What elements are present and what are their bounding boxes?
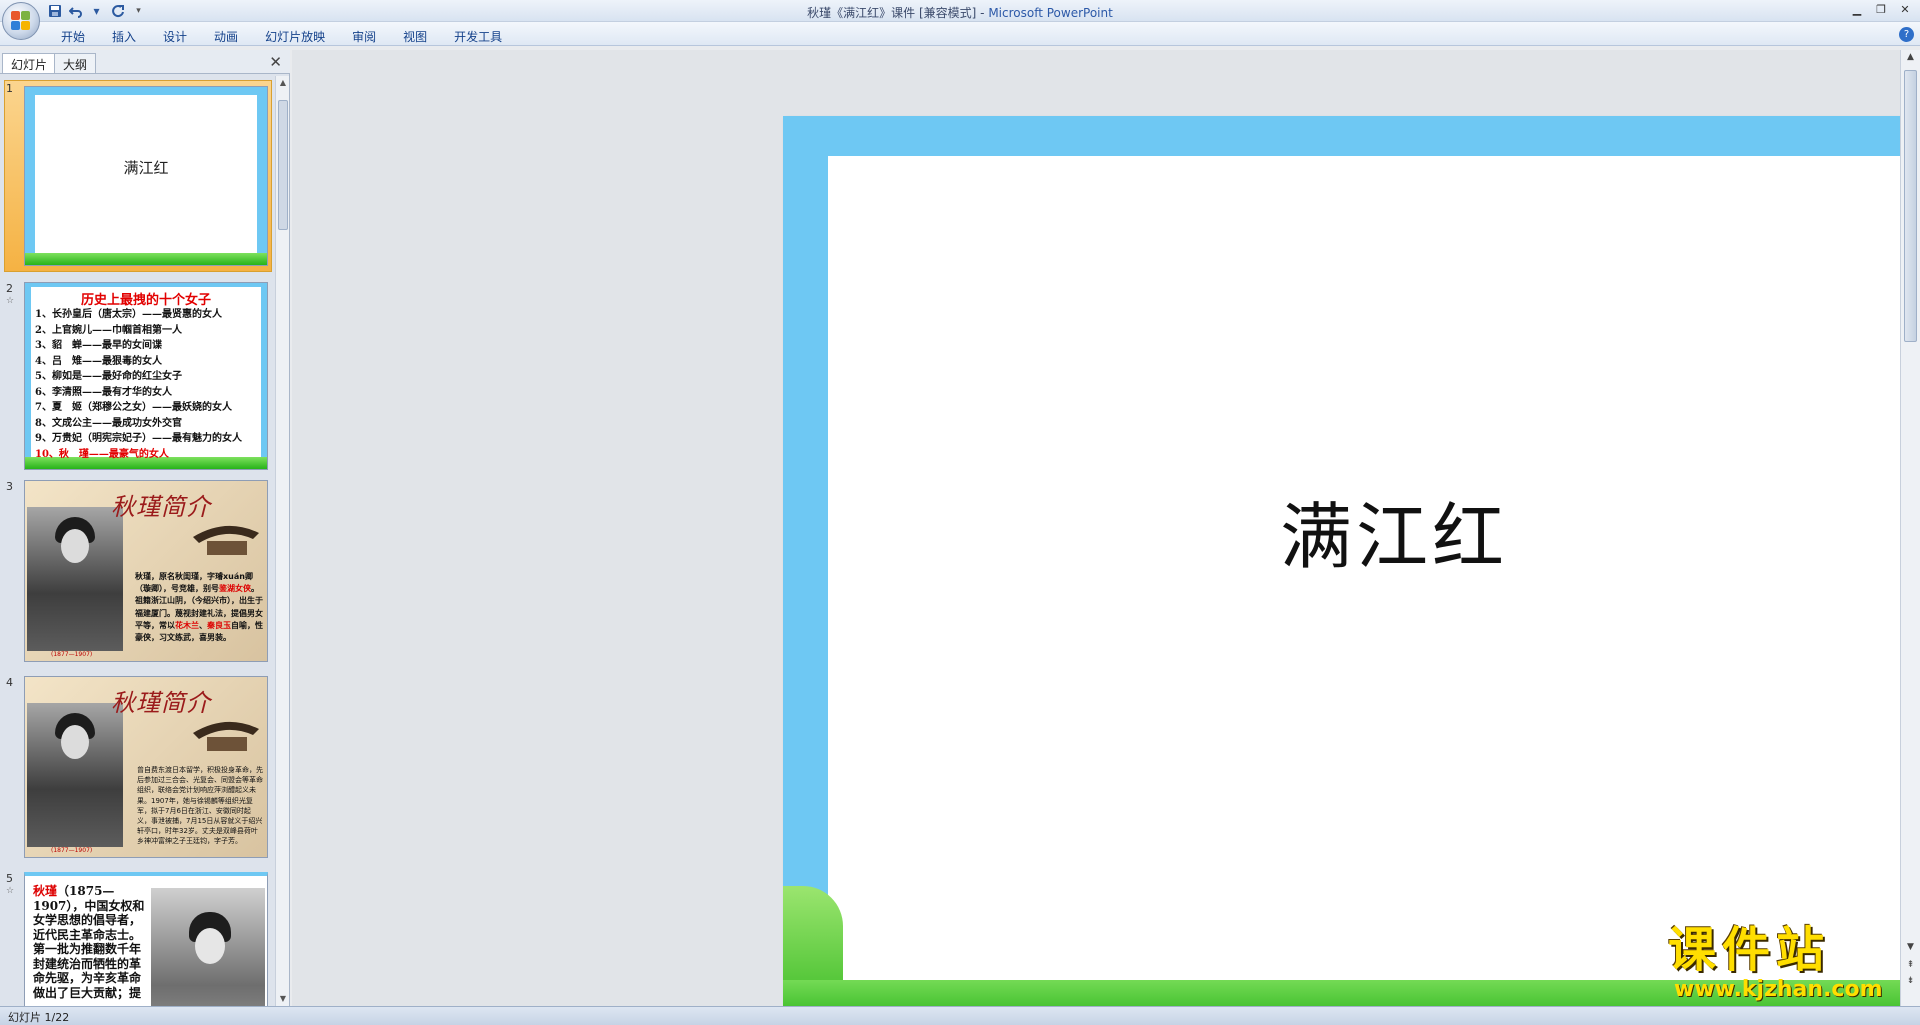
thumbnail-body-text: 秋瑾，原名秋闺瑾，字璿xuán卿（璇卿），号竞雄，别号鉴湖女侠。祖籍浙江山阴，（…	[135, 571, 263, 644]
status-bar: 幻灯片 1/22	[0, 1006, 1920, 1025]
restore-icon[interactable]: ❐	[1870, 1, 1892, 17]
office-button[interactable]	[2, 2, 40, 40]
close-panel-icon[interactable]: ✕	[269, 53, 282, 71]
body-text-part: 、	[199, 620, 207, 630]
slide-counter: 幻灯片 1/22	[8, 1011, 70, 1024]
watermark-logo: 课件站 www.kjzhan.com	[1668, 922, 1908, 1002]
pavilion-image	[193, 721, 259, 751]
thumbnail-number: 4	[6, 676, 13, 689]
window-controls: ▁ ❐ ✕	[1846, 1, 1916, 17]
watermark-url: www.kjzhan.com	[1674, 977, 1883, 1002]
body-text-part: （1875—1907），中国女权和女学思想的倡导者，近代民主革命志士。第一批为推…	[33, 884, 145, 1000]
watermark-text: 课件站	[1668, 922, 1831, 978]
tab-developer[interactable]: 开发工具	[441, 26, 515, 47]
thumbnail-slide-1[interactable]: 满江红	[24, 86, 268, 266]
body-text-highlight: 鉴湖女侠	[219, 584, 251, 594]
tab-design[interactable]: 设计	[150, 26, 200, 47]
thumbnail-title: 历史上最拽的十个女子	[80, 293, 211, 308]
list-item: 2、上官婉儿——巾帼首相第一人	[35, 324, 182, 336]
body-text-highlight: 秦良玉	[207, 620, 231, 630]
body-text-highlight: 花木兰	[175, 620, 199, 630]
pavilion-image	[193, 525, 259, 555]
photo-caption: (1877—1907)	[51, 651, 93, 658]
thumbnail-content-area: 满江红	[35, 95, 257, 255]
slide-scrollbar[interactable]: ▲ ▼ ⇞ ⇟	[1900, 50, 1920, 1006]
tab-animations[interactable]: 动画	[201, 26, 251, 47]
list-item: 3、貂 蝉——最早的女间谍	[35, 340, 162, 351]
scroll-up-icon[interactable]: ▲	[1904, 52, 1917, 66]
tab-view[interactable]: 视图	[390, 26, 440, 47]
thumbnail-number: 5	[6, 872, 13, 885]
slide-title[interactable]: 满江红	[783, 478, 1920, 583]
tab-slides[interactable]: 幻灯片	[2, 53, 57, 73]
thumbnail-slide-3[interactable]: (1877—1907) 秋瑾简介 秋瑾，原名秋闺瑾，字璿xuán卿（璇卿），号竞…	[24, 480, 268, 662]
tab-insert[interactable]: 插入	[99, 26, 149, 47]
list-item: 6、李清照——最有才华的女人	[35, 386, 172, 398]
thumbnail-grass	[25, 253, 267, 265]
office-logo-icon	[11, 11, 31, 31]
tab-home[interactable]: 开始	[48, 26, 98, 47]
tab-review[interactable]: 审阅	[339, 26, 389, 47]
scrollbar-thumb[interactable]	[1904, 70, 1917, 342]
list-item: 9、万贵妃（明宪宗妃子）——最有魅力的女人	[35, 433, 242, 444]
thumbnail-number: 3	[6, 480, 13, 493]
thumbnails-scrollbar[interactable]: ▲ ▼	[275, 76, 289, 1006]
ribbon-tabs: 开始 插入 设计 动画 幻灯片放映 审阅 视图 开发工具	[48, 26, 516, 47]
thumbnail-body-text: 曾自费东渡日本留学，积极投身革命，先后参加过三合会、光复会、同盟会等革命组织，联…	[137, 766, 263, 846]
portrait-image	[151, 888, 265, 1006]
close-icon[interactable]: ✕	[1894, 1, 1916, 17]
window-title-doc: 秋瑾《满江红》课件 [兼容模式] -	[807, 6, 989, 20]
slides-panel: 幻灯片 大纲 ✕ 1 满江红 2 ☆ 历史上最拽的十个女子 1、长孙皇后（唐太宗…	[0, 50, 290, 1006]
window-title: 秋瑾《满江红》课件 [兼容模式] - Microsoft PowerPoint	[0, 4, 1920, 21]
body-text-highlight: 秋瑾	[33, 884, 58, 898]
scrollbar-thumb[interactable]	[278, 100, 288, 230]
scroll-down-icon[interactable]: ▼	[278, 994, 288, 1004]
minimize-icon[interactable]: ▁	[1846, 1, 1868, 17]
thumbnail-number: 1	[6, 82, 13, 95]
title-bar: ▾ ▾ 秋瑾《满江红》课件 [兼容模式] - Microsoft PowerPo…	[0, 0, 1920, 22]
current-slide[interactable]: 满江红	[783, 116, 1920, 1025]
slide-thumbnails: 1 满江红 2 ☆ 历史上最拽的十个女子 1、长孙皇后（唐太宗）——最贤惠的女人…	[0, 76, 276, 1006]
thumbnail-slide-5[interactable]: 秋瑾（1875—1907），中国女权和女学思想的倡导者，近代民主革命志士。第一批…	[24, 872, 268, 1006]
scroll-up-icon[interactable]: ▲	[278, 78, 288, 88]
list-item: 8、文成公主——最成功女外交官	[35, 417, 182, 429]
thumbnail-number: 2	[6, 282, 13, 295]
list-item: 7、夏 姬（郑穆公之女）——最妖娆的女人	[35, 402, 232, 413]
list-item: 4、吕 雉——最狠毒的女人	[35, 355, 162, 367]
thumbnail-title: 满江红	[123, 159, 169, 177]
list-item: 1、长孙皇后（唐太宗）——最贤惠的女人	[35, 309, 222, 320]
thumbnail-list: 1、长孙皇后（唐太宗）——最贤惠的女人 2、上官婉儿——巾帼首相第一人 3、貂 …	[35, 307, 263, 462]
thumbnail-body-text: 秋瑾（1875—1907），中国女权和女学思想的倡导者，近代民主革命志士。第一批…	[33, 884, 151, 1000]
animation-star-icon: ☆	[6, 886, 15, 896]
panel-tabs: 幻灯片 大纲 ✕	[0, 50, 290, 74]
portrait-image	[27, 703, 123, 847]
slide-edit-area: 满江红	[292, 50, 1920, 1025]
portrait-image	[27, 507, 123, 651]
tab-outline[interactable]: 大纲	[54, 53, 97, 73]
thumbnail-slide-2[interactable]: 历史上最拽的十个女子 1、长孙皇后（唐太宗）——最贤惠的女人 2、上官婉儿——巾…	[24, 282, 268, 470]
list-item: 10、秋 瑾——最豪气的女人	[35, 448, 169, 460]
help-icon[interactable]: ?	[1899, 27, 1914, 42]
window-title-app: Microsoft PowerPoint	[988, 6, 1113, 20]
animation-star-icon: ☆	[6, 296, 15, 306]
list-item: 5、柳如是——最好命的红尘女子	[35, 371, 182, 382]
tab-slide-show[interactable]: 幻灯片放映	[252, 26, 338, 47]
ribbon: 开始 插入 设计 动画 幻灯片放映 审阅 视图 开发工具 ?	[0, 22, 1920, 46]
thumbnail-slide-4[interactable]: (1877—1907) 秋瑾简介 曾自费东渡日本留学，积极投身革命，先后参加过三…	[24, 676, 268, 858]
photo-caption: (1877—1907)	[51, 847, 93, 854]
